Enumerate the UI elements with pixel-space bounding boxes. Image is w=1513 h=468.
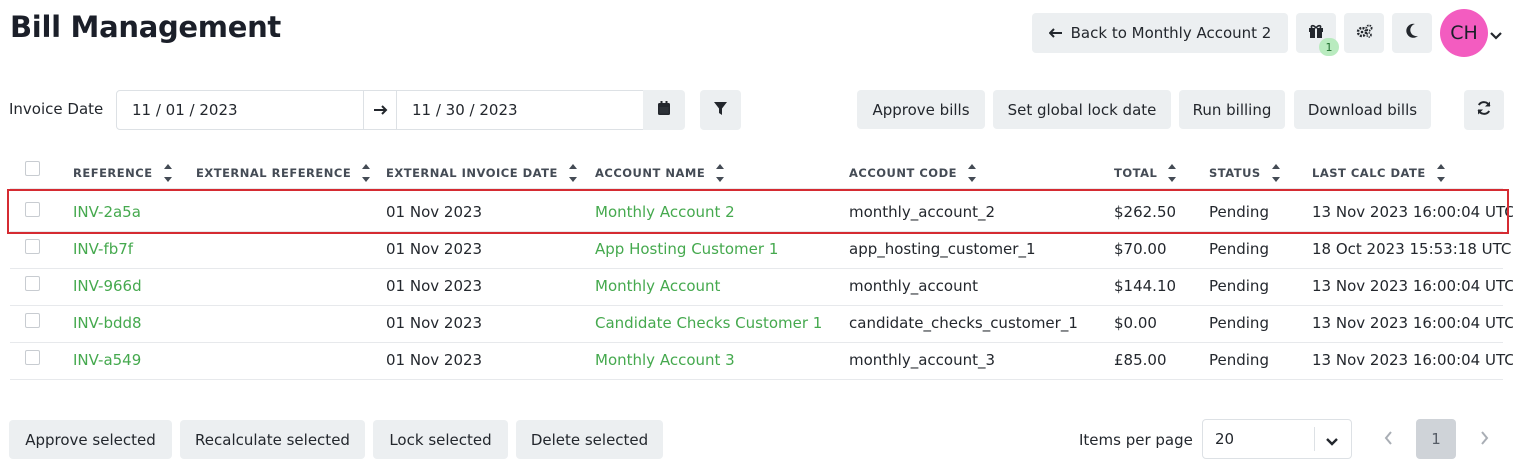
status: Pending — [1209, 240, 1269, 258]
row-checkbox[interactable] — [25, 350, 40, 365]
notification-badge: 1 — [1319, 38, 1339, 56]
account-code: monthly_account_3 — [849, 351, 996, 369]
sort-icon — [163, 162, 173, 184]
row-divider — [10, 342, 1503, 343]
end-date-input[interactable]: 11 / 30 / 2023 — [396, 90, 644, 130]
chevron-down-icon — [1325, 432, 1339, 451]
sort-icon — [1436, 162, 1446, 184]
account-name-link[interactable]: Monthly Account 3 — [595, 351, 735, 369]
column-header-last-calc-date[interactable]: LAST CALC DATE — [1312, 162, 1446, 184]
account-name-link[interactable]: Monthly Account — [595, 277, 720, 295]
external-invoice-date: 01 Nov 2023 — [386, 314, 483, 332]
reference-link[interactable]: INV-a549 — [73, 351, 141, 369]
row-divider — [10, 379, 1503, 380]
last-calc-date: 13 Nov 2023 16:00:04 UTC — [1312, 314, 1513, 332]
reference-link[interactable]: INV-bdd8 — [73, 314, 142, 332]
settings-button[interactable] — [1344, 13, 1384, 53]
dark-mode-toggle[interactable] — [1392, 13, 1432, 53]
page-number-button[interactable]: 1 — [1416, 419, 1456, 459]
status: Pending — [1209, 351, 1269, 369]
gears-icon — [1356, 24, 1373, 42]
filter-button[interactable] — [700, 90, 741, 130]
column-header-external-reference[interactable]: EXTERNAL REFERENCE — [196, 162, 371, 184]
select-all-checkbox[interactable] — [25, 161, 40, 176]
arrow-right-icon — [363, 90, 397, 130]
items-per-page-value: 20 — [1215, 430, 1235, 448]
column-header-reference[interactable]: REFERENCE — [73, 162, 173, 184]
refresh-button[interactable] — [1464, 90, 1504, 130]
account-code: app_hosting_customer_1 — [849, 240, 1036, 258]
set-global-lock-date-button[interactable]: Set global lock date — [993, 90, 1171, 129]
selected-row-highlight — [7, 189, 1509, 234]
column-header-account-name[interactable]: ACCOUNT NAME — [595, 162, 725, 184]
column-header-account-code[interactable]: ACCOUNT CODE — [849, 162, 977, 184]
refresh-icon — [1476, 100, 1492, 120]
calendar-button[interactable] — [643, 90, 685, 130]
sort-icon — [1271, 162, 1281, 184]
approve-bills-button[interactable]: Approve bills — [857, 90, 985, 129]
invoice-date-label: Invoice Date — [9, 100, 104, 118]
reference-link[interactable]: INV-fb7f — [73, 240, 133, 258]
column-header-status[interactable]: STATUS — [1209, 162, 1281, 184]
moon-icon — [1405, 23, 1419, 43]
sort-icon — [361, 162, 371, 184]
row-checkbox[interactable] — [25, 276, 40, 291]
external-invoice-date: 01 Nov 2023 — [386, 277, 483, 295]
last-calc-date: 18 Oct 2023 15:53:18 UTC — [1312, 240, 1512, 258]
column-header-total[interactable]: TOTAL — [1114, 162, 1177, 184]
download-bills-button[interactable]: Download bills — [1294, 90, 1431, 129]
row-checkbox[interactable] — [25, 239, 40, 254]
sort-icon — [1167, 162, 1177, 184]
row-divider — [10, 268, 1503, 269]
arrow-left-icon — [1048, 24, 1063, 42]
status: Pending — [1209, 277, 1269, 295]
sort-icon — [967, 162, 977, 184]
row-checkbox[interactable] — [25, 313, 40, 328]
account-code: monthly_account — [849, 277, 978, 295]
calendar-icon — [657, 100, 671, 120]
reference-link[interactable]: INV-966d — [73, 277, 142, 295]
chevron-left-icon — [1384, 430, 1393, 449]
back-to-account-button[interactable]: Back to Monthly Account 2 — [1032, 13, 1288, 53]
last-calc-date: 13 Nov 2023 16:00:04 UTC — [1312, 351, 1513, 369]
approve-selected-button[interactable]: Approve selected — [9, 420, 172, 459]
lock-selected-button[interactable]: Lock selected — [373, 420, 508, 459]
delete-selected-button[interactable]: Delete selected — [516, 420, 663, 459]
previous-page-button[interactable] — [1368, 419, 1408, 459]
status: Pending — [1209, 314, 1269, 332]
recalculate-selected-button[interactable]: Recalculate selected — [180, 420, 365, 459]
chevron-right-icon — [1480, 430, 1489, 449]
account-name-link[interactable]: App Hosting Customer 1 — [595, 240, 778, 258]
sort-icon — [715, 162, 725, 184]
column-header-external-invoice-date[interactable]: EXTERNAL INVOICE DATE — [386, 162, 578, 184]
account-code: candidate_checks_customer_1 — [849, 314, 1078, 332]
total: £85.00 — [1114, 351, 1167, 369]
start-date-input[interactable]: 11 / 01 / 2023 — [116, 90, 364, 130]
external-invoice-date: 01 Nov 2023 — [386, 351, 483, 369]
last-calc-date: 13 Nov 2023 16:00:04 UTC — [1312, 277, 1513, 295]
page-title: Bill Management — [10, 10, 281, 44]
account-name-link[interactable]: Candidate Checks Customer 1 — [595, 314, 822, 332]
row-divider — [10, 305, 1503, 306]
chevron-down-icon[interactable] — [1490, 25, 1502, 44]
sort-icon — [568, 162, 578, 184]
avatar[interactable]: CH — [1440, 9, 1488, 57]
select-divider — [1314, 427, 1315, 451]
next-page-button[interactable] — [1464, 419, 1504, 459]
items-per-page-label: Items per page — [1079, 431, 1193, 449]
items-per-page-select[interactable]: 20 — [1202, 419, 1352, 459]
total: $0.00 — [1114, 314, 1157, 332]
back-button-label: Back to Monthly Account 2 — [1070, 24, 1272, 42]
total: $70.00 — [1114, 240, 1167, 258]
run-billing-button[interactable]: Run billing — [1179, 90, 1285, 129]
filter-icon — [713, 101, 728, 120]
total: $144.10 — [1114, 277, 1177, 295]
external-invoice-date: 01 Nov 2023 — [386, 240, 483, 258]
